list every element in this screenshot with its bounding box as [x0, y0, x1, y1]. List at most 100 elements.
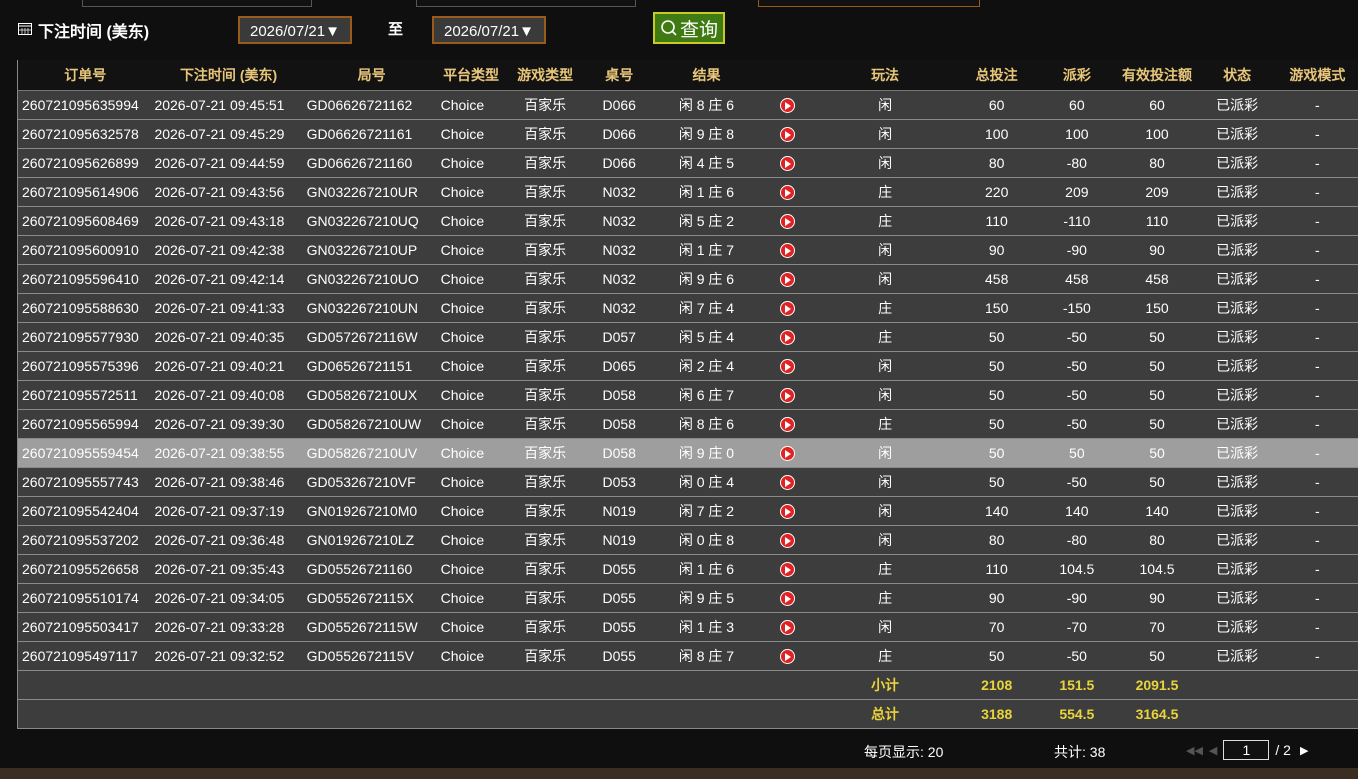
video-cell[interactable] [761, 409, 815, 439]
play-video-icon[interactable] [780, 301, 796, 317]
video-cell[interactable] [761, 235, 815, 265]
video-cell[interactable] [761, 554, 815, 584]
play-video-icon[interactable] [780, 330, 796, 346]
game-type-cell: 百家乐 [503, 612, 587, 642]
table-row[interactable]: 260721095600910 2026-07-21 09:42:38 GN0322… [17, 235, 1358, 265]
platform-cell: Choice [438, 235, 504, 265]
platform-cell: Choice [438, 177, 504, 207]
video-cell[interactable] [761, 206, 815, 236]
play-video-icon[interactable] [780, 359, 796, 375]
video-cell[interactable] [761, 467, 815, 497]
payout-cell: 140 [1037, 496, 1117, 526]
grandtotal-label: 总计 [814, 699, 957, 729]
video-cell[interactable] [761, 264, 815, 294]
play-video-icon[interactable] [780, 591, 796, 607]
video-cell[interactable] [761, 525, 815, 555]
video-cell[interactable] [761, 90, 815, 120]
table-row[interactable]: 260721095614906 2026-07-21 09:43:56 GN0322… [17, 177, 1358, 207]
play-video-icon[interactable] [780, 649, 796, 665]
grandtotal-valid: 3164.5 [1116, 699, 1198, 729]
video-cell[interactable] [761, 322, 815, 352]
page-number-input[interactable]: 1 [1223, 740, 1270, 760]
play-video-icon[interactable] [780, 417, 796, 433]
table-row[interactable]: 260721095526658 2026-07-21 09:35:43 GD0552… [17, 554, 1358, 584]
table-row[interactable]: 260721095565994 2026-07-21 09:39:30 GD0582… [17, 409, 1358, 439]
bet-time-cell: 2026-07-21 09:43:56 [152, 177, 305, 207]
filter-bar: 下注时间 (美东) 2026/07/21▼ 至 2026/07/21▼ 查询 [18, 10, 1348, 46]
prev-page-icon[interactable]: ◀ [1209, 744, 1217, 757]
date-to-select[interactable]: 2026/07/21▼ [432, 16, 546, 44]
query-label: 查询 [679, 19, 718, 41]
platform-cell: Choice [438, 583, 504, 613]
play-video-icon[interactable] [780, 98, 796, 114]
result-cell: 闲 1 庄 3 [651, 612, 762, 642]
platform-cell: Choice [438, 322, 504, 352]
play-video-icon[interactable] [780, 272, 796, 288]
query-button[interactable]: 查询 [653, 12, 725, 44]
per-page-label: 每页显示: 20 [864, 744, 944, 760]
bet-type-cell: 庄 [814, 293, 957, 323]
valid-bet-cell: 50 [1116, 351, 1198, 381]
table-row[interactable]: 260721095575396 2026-07-21 09:40:21 GD0652… [17, 351, 1358, 381]
table-row[interactable]: 260721095537202 2026-07-21 09:36:48 GN0192… [17, 525, 1358, 555]
play-video-icon[interactable] [780, 214, 796, 230]
video-cell[interactable] [761, 641, 815, 671]
platform-cell: Choice [438, 554, 504, 584]
table-row[interactable]: 260721095626899 2026-07-21 09:44:59 GD0662… [17, 148, 1358, 178]
table-row[interactable]: 260721095559454 2026-07-21 09:38:55 GD0582… [17, 438, 1358, 468]
table-row[interactable]: 260721095557743 2026-07-21 09:38:46 GD0532… [17, 467, 1358, 497]
table-row[interactable]: 260721095577930 2026-07-21 09:40:35 GD0572… [17, 322, 1358, 352]
table-row[interactable]: 260721095503417 2026-07-21 09:33:28 GD0552… [17, 612, 1358, 642]
table-row[interactable]: 260721095632578 2026-07-21 09:45:29 GD0662… [17, 119, 1358, 149]
total-bet-cell: 90 [956, 583, 1038, 613]
video-cell[interactable] [761, 583, 815, 613]
video-cell[interactable] [761, 177, 815, 207]
table-row[interactable]: 260721095608469 2026-07-21 09:43:18 GN0322… [17, 206, 1358, 236]
platform-cell: Choice [438, 380, 504, 410]
order-id-cell: 260721095626899 [17, 148, 153, 178]
table-row[interactable]: 260721095596410 2026-07-21 09:42:14 GN0322… [17, 264, 1358, 294]
table-id-cell: D055 [586, 612, 652, 642]
video-cell[interactable] [761, 612, 815, 642]
table-row[interactable]: 260721095497117 2026-07-21 09:32:52 GD0552… [17, 641, 1358, 671]
date-from-select[interactable]: 2026/07/21▼ [238, 16, 352, 44]
bet-type-cell: 庄 [814, 554, 957, 584]
grandtotal-total: 3188 [956, 699, 1038, 729]
video-cell[interactable] [761, 119, 815, 149]
play-video-icon[interactable] [780, 475, 796, 491]
valid-bet-cell: 50 [1116, 467, 1198, 497]
table-row[interactable]: 260721095635994 2026-07-21 09:45:51 GD0662… [17, 90, 1358, 120]
valid-bet-cell: 90 [1116, 583, 1198, 613]
play-video-icon[interactable] [780, 533, 796, 549]
video-cell[interactable] [761, 293, 815, 323]
play-video-icon[interactable] [780, 185, 796, 201]
play-video-icon[interactable] [780, 388, 796, 404]
next-page-icon[interactable]: ▶ [1297, 744, 1308, 757]
table-row[interactable]: 260721095510174 2026-07-21 09:34:05 GD0552… [17, 583, 1358, 613]
video-cell[interactable] [761, 351, 815, 381]
bet-time-cell: 2026-07-21 09:40:08 [152, 380, 305, 410]
table-row[interactable]: 260721095542404 2026-07-21 09:37:19 GN0192… [17, 496, 1358, 526]
video-cell[interactable] [761, 148, 815, 178]
table-id-cell: N032 [586, 235, 652, 265]
valid-bet-cell: 458 [1116, 264, 1198, 294]
video-cell[interactable] [761, 438, 815, 468]
table-row[interactable]: 260721095588630 2026-07-21 09:41:33 GN0322… [17, 293, 1358, 323]
play-video-icon[interactable] [780, 504, 796, 520]
play-video-icon[interactable] [780, 156, 796, 172]
play-video-icon[interactable] [780, 620, 796, 636]
play-video-icon[interactable] [780, 127, 796, 143]
pager: ◀◀ ◀ 1 / 2 ▶ [1186, 740, 1308, 760]
valid-bet-cell: 80 [1116, 148, 1198, 178]
total-count-label: 共计: 38 [1054, 744, 1106, 760]
video-cell[interactable] [761, 380, 815, 410]
round-id-cell: GD0572672116W [304, 322, 439, 352]
play-video-icon[interactable] [780, 562, 796, 578]
video-cell[interactable] [761, 496, 815, 526]
order-id-cell: 260721095596410 [17, 264, 153, 294]
table-row[interactable]: 260721095572511 2026-07-21 09:40:08 GD0582… [17, 380, 1358, 410]
valid-bet-cell: 50 [1116, 380, 1198, 410]
play-video-icon[interactable] [780, 243, 796, 259]
play-video-icon[interactable] [780, 446, 796, 462]
first-page-icon[interactable]: ◀◀ [1186, 744, 1203, 757]
